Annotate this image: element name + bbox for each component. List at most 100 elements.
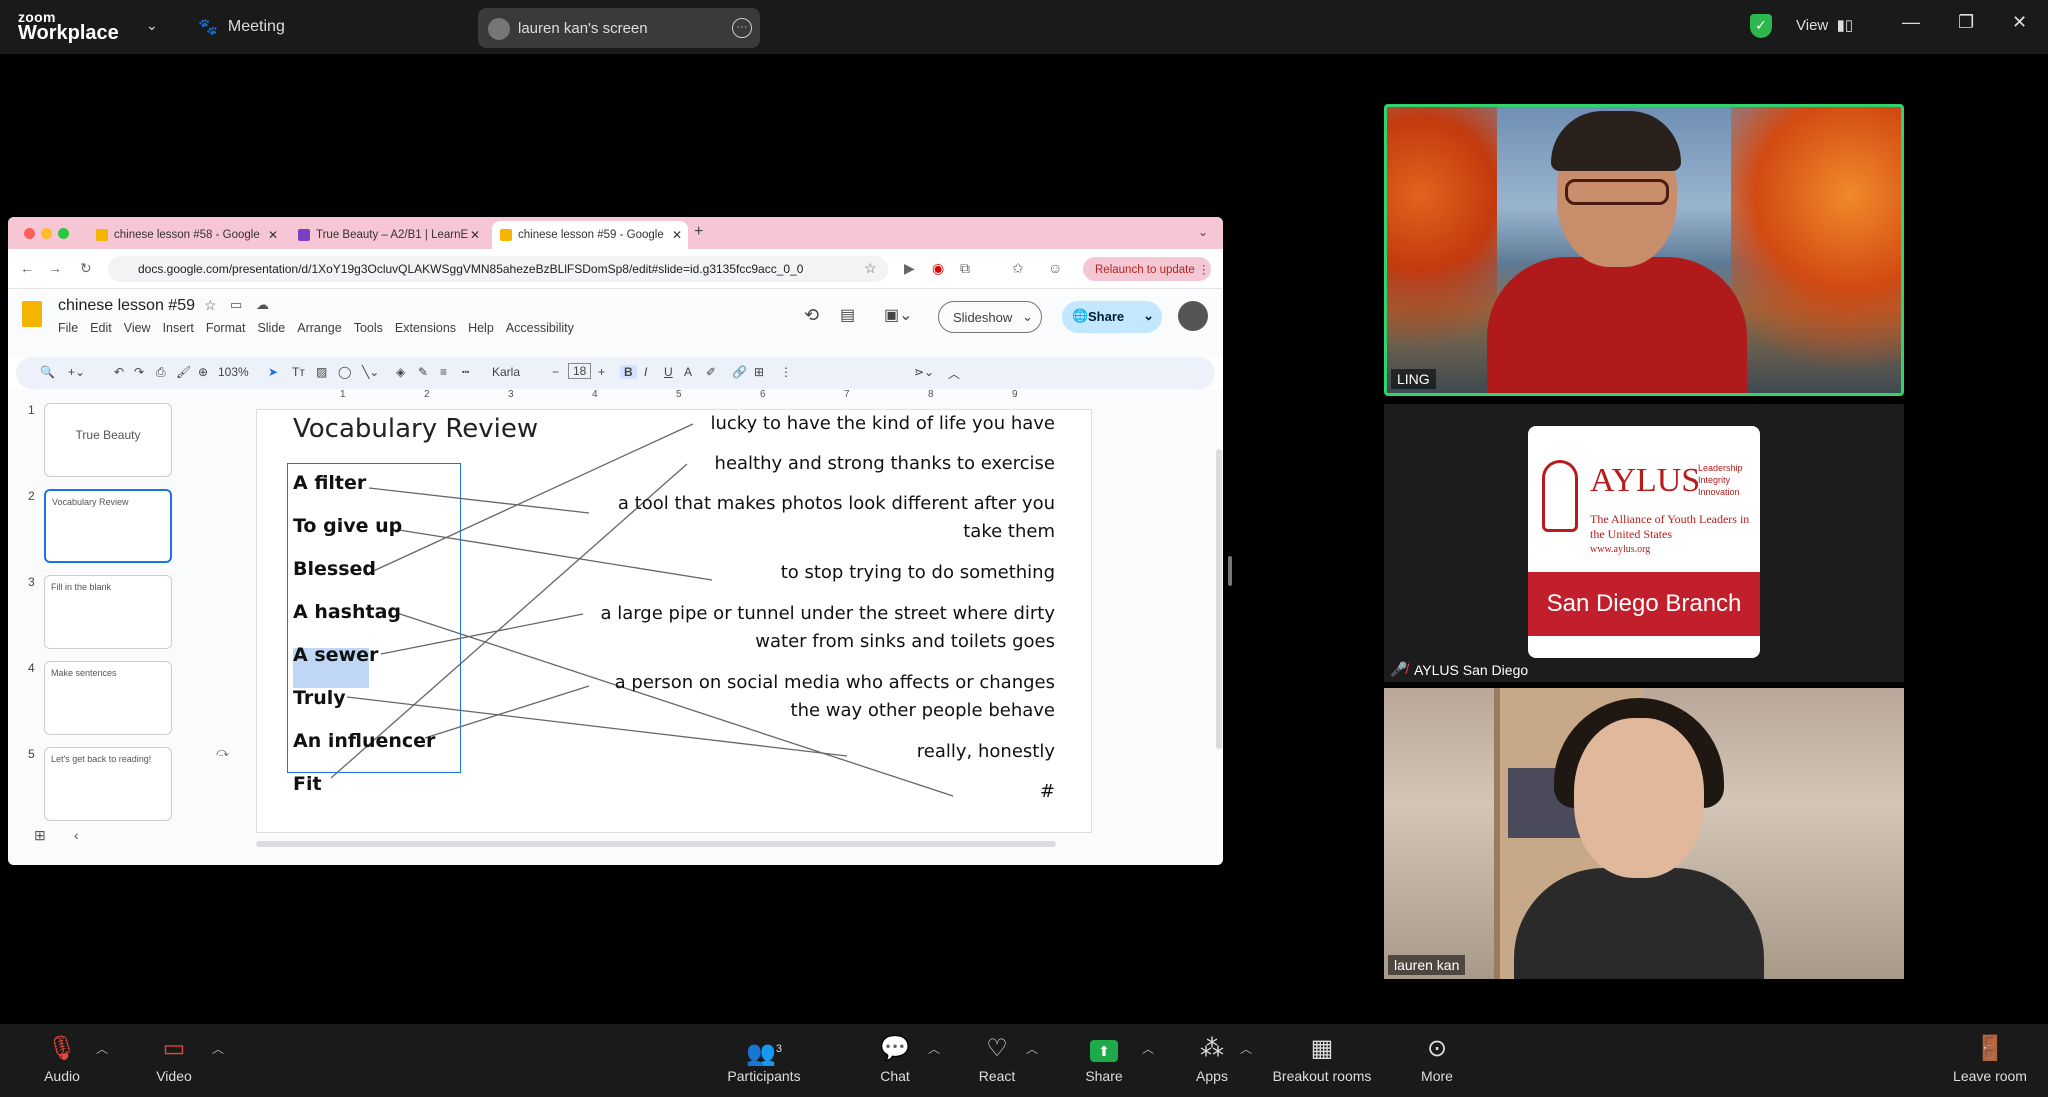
browser-tab-2[interactable]: True Beauty – A2/B1 | LearnE ✕: [290, 221, 486, 249]
connector-line[interactable]: [380, 613, 584, 655]
menu-slide[interactable]: Slide: [257, 321, 285, 335]
fill-color-icon[interactable]: ◈: [396, 365, 405, 379]
collapse-icon[interactable]: ︿: [948, 365, 960, 382]
document-title[interactable]: chinese lesson #59: [58, 297, 195, 315]
paint-format-icon[interactable]: 🖌: [176, 365, 191, 379]
undo-icon[interactable]: ↶: [114, 365, 124, 379]
forward-icon[interactable]: →: [48, 260, 62, 276]
video-button[interactable]: ▭ Video: [148, 1034, 200, 1084]
text-box-icon[interactable]: Tт: [292, 365, 305, 379]
definition-really[interactable]: really, honestly: [917, 738, 1055, 766]
shape-icon[interactable]: ◯: [338, 365, 351, 379]
image-icon[interactable]: ▨: [316, 365, 327, 379]
close-tab-icon[interactable]: ✕: [268, 228, 278, 242]
meeting-menu[interactable]: 🐾 Meeting: [198, 17, 285, 37]
folder-icon[interactable]: ▭: [230, 297, 242, 313]
restore-icon[interactable]: ❐: [1958, 12, 1974, 33]
opera-icon[interactable]: ◉: [932, 260, 944, 277]
share-screen-button[interactable]: ⬆ Share: [1082, 1034, 1126, 1084]
browser-tab-3-active[interactable]: chinese lesson #59 - Google ✕: [492, 221, 688, 249]
definition-stop-trying[interactable]: to stop trying to do something: [781, 559, 1055, 587]
reload-icon[interactable]: ↻: [80, 260, 92, 277]
font-size-input[interactable]: 18: [568, 363, 592, 379]
menu-help[interactable]: Help: [468, 321, 494, 335]
shield-check-icon[interactable]: ✓: [1750, 14, 1772, 38]
account-avatar[interactable]: [1178, 301, 1208, 331]
share-options-caret[interactable]: ︿: [1142, 1040, 1154, 1057]
close-tab-icon[interactable]: ✕: [470, 228, 480, 242]
breakout-rooms-button[interactable]: ▦ Breakout rooms: [1266, 1034, 1378, 1084]
vertical-scrollbar[interactable]: [1216, 449, 1222, 749]
decrease-font-icon[interactable]: −: [552, 365, 559, 379]
bold-icon[interactable]: B: [620, 365, 637, 379]
puzzle-icon[interactable]: ⧉: [960, 260, 970, 277]
font-name[interactable]: Karla: [492, 365, 520, 379]
tab-search-icon[interactable]: ⌄: [1198, 225, 1208, 239]
slide-thumbnail[interactable]: Let's get back to reading!: [44, 747, 172, 821]
audio-options-caret[interactable]: ︿: [96, 1040, 108, 1057]
back-icon[interactable]: ←: [20, 260, 34, 276]
menu-accessibility[interactable]: Accessibility: [506, 321, 574, 335]
border-weight-icon[interactable]: ≡: [440, 365, 447, 379]
chevron-down-icon[interactable]: ⌄: [146, 17, 158, 34]
bookmarks-icon[interactable]: ✩: [1012, 260, 1024, 277]
close-icon[interactable]: ✕: [2012, 12, 2027, 33]
mode-icon[interactable]: ⋗⌄: [914, 365, 934, 379]
video-tile-aylus[interactable]: AYLUS Leadership Integrity Innovation Th…: [1384, 404, 1904, 682]
grid-view-icon[interactable]: ⊞: [34, 827, 46, 844]
highlight-icon[interactable]: ✐: [706, 365, 716, 379]
select-tool-icon[interactable]: ➤: [268, 365, 278, 379]
url-input[interactable]: docs.google.com/presentation/d/1XoY19g3O…: [108, 256, 888, 282]
close-tab-icon[interactable]: ✕: [672, 228, 682, 242]
comments-icon[interactable]: ▤: [840, 305, 855, 325]
definition-pipe[interactable]: a large pipe or tunnel under the street …: [575, 600, 1055, 656]
slide-thumbnail[interactable]: Fill in the blank: [44, 575, 172, 649]
video-tile-lauren[interactable]: lauren kan: [1384, 688, 1904, 979]
participants-button[interactable]: 👥3 Participants: [722, 1034, 806, 1084]
definition-influencer[interactable]: a person on social media who affects or …: [585, 669, 1055, 725]
print-icon[interactable]: ⎙: [156, 365, 166, 380]
apps-button[interactable]: ⁂ Apps: [1190, 1034, 1234, 1084]
underline-icon[interactable]: U: [664, 365, 673, 379]
term-truly[interactable]: Truly: [293, 687, 346, 709]
new-slide-icon[interactable]: +⌄: [68, 365, 85, 379]
term-filter[interactable]: A filter: [293, 472, 366, 494]
react-options-caret[interactable]: ︿: [1026, 1040, 1038, 1057]
extension-icon[interactable]: ▶: [904, 260, 915, 277]
redo-icon[interactable]: ↷: [134, 365, 144, 379]
menu-view[interactable]: View: [124, 321, 151, 335]
slideshow-button[interactable]: Slideshow ⌄: [938, 301, 1042, 333]
browser-tab-1[interactable]: chinese lesson #58 - Google ✕: [88, 221, 284, 249]
term-hashtag[interactable]: A hashtag: [293, 601, 401, 623]
zoom-level[interactable]: 103%: [218, 365, 249, 379]
menu-insert[interactable]: Insert: [163, 321, 194, 335]
slide-thumbnail[interactable]: True Beauty: [44, 403, 172, 477]
apps-options-caret[interactable]: ︿: [1240, 1040, 1252, 1057]
minimize-icon[interactable]: —: [1902, 12, 1920, 33]
history-icon[interactable]: ⟲: [804, 305, 819, 326]
screen-share-pill[interactable]: lauren kan's screen ···: [478, 8, 760, 48]
increase-font-icon[interactable]: +: [598, 365, 605, 379]
line-icon[interactable]: ╲⌄: [362, 365, 379, 379]
relaunch-button[interactable]: Relaunch to update ⋮: [1083, 257, 1211, 281]
connector-line[interactable]: [368, 487, 590, 514]
connector-line[interactable]: [424, 685, 590, 739]
border-color-icon[interactable]: ✎: [418, 365, 428, 379]
definition-tool[interactable]: a tool that makes photos look different …: [585, 490, 1055, 546]
react-button[interactable]: ♡ React: [974, 1034, 1020, 1084]
more-icon[interactable]: ⋮: [780, 365, 792, 379]
bookmark-star-icon[interactable]: ☆: [864, 260, 877, 277]
menu-arrange[interactable]: Arrange: [297, 321, 341, 335]
chat-button[interactable]: 💬 Chat: [872, 1034, 918, 1084]
more-button[interactable]: ⊙ More: [1414, 1034, 1460, 1084]
menu-extensions[interactable]: Extensions: [395, 321, 456, 335]
profile-icon[interactable]: ☺: [1048, 260, 1062, 276]
definition-lucky[interactable]: lucky to have the kind of life you have: [710, 410, 1055, 438]
definition-healthy[interactable]: healthy and strong thanks to exercise: [715, 450, 1055, 478]
term-blessed[interactable]: Blessed: [293, 558, 376, 580]
slide-thumbnail-selected[interactable]: Vocabulary Review: [44, 489, 172, 563]
search-menus-icon[interactable]: 🔍: [40, 365, 55, 379]
video-tile-ling[interactable]: LING: [1384, 104, 1904, 396]
google-slides-icon[interactable]: [22, 301, 42, 327]
text-color-icon[interactable]: A: [684, 365, 692, 379]
